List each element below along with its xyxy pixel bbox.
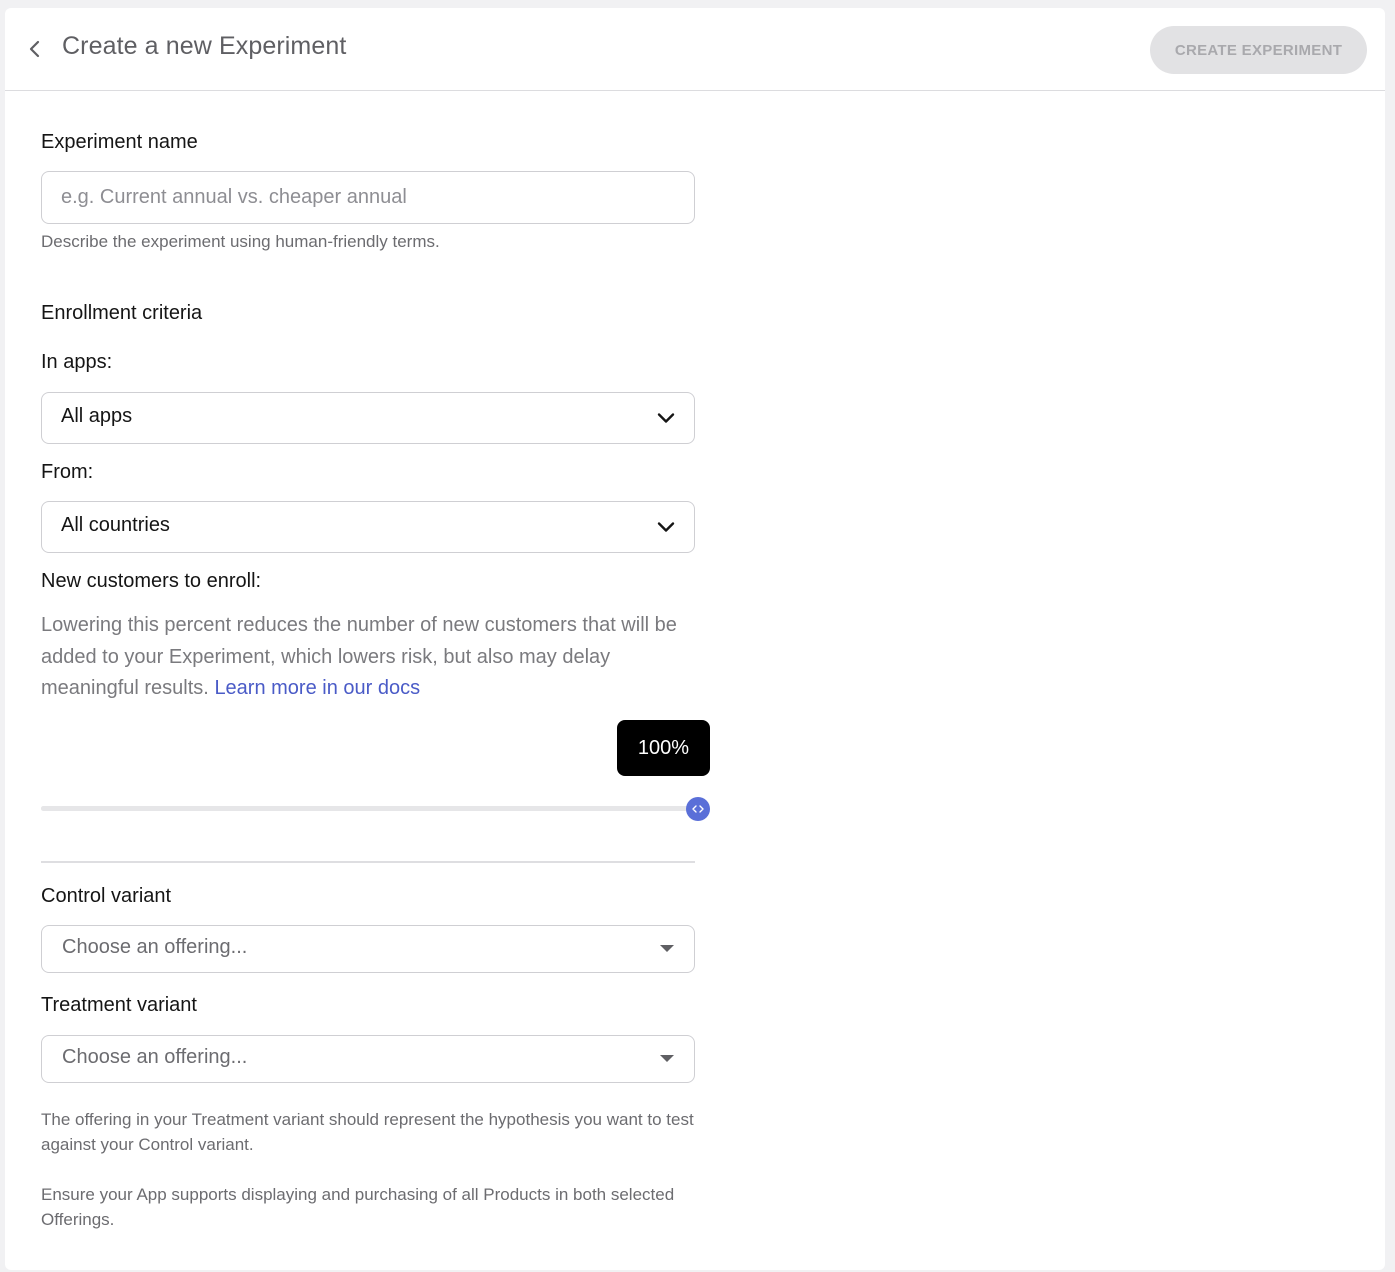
section-divider	[41, 861, 695, 863]
countries-select-value: All countries	[61, 514, 170, 536]
enroll-slider-fill	[41, 806, 697, 811]
control-variant-label: Control variant	[41, 885, 172, 907]
in-apps-label: In apps:	[41, 351, 113, 373]
chevron-down-icon	[657, 413, 675, 423]
enroll-description: Lowering this percent reduces the number…	[41, 610, 691, 705]
control-offering-placeholder: Choose an offering...	[62, 936, 248, 958]
percent-tooltip: 100%	[617, 720, 710, 776]
chevron-down-icon	[657, 522, 675, 532]
chevron-left-icon[interactable]	[25, 37, 45, 61]
treatment-variant-label: Treatment variant	[41, 994, 197, 1016]
experiment-name-helper: Describe the experiment using human-frie…	[41, 232, 440, 251]
treatment-offering-select[interactable]: Choose an offering...	[41, 1035, 695, 1083]
apps-select-value: All apps	[61, 405, 133, 427]
enroll-slider-thumb[interactable]	[686, 797, 710, 821]
experiment-name-input[interactable]	[42, 172, 694, 223]
control-offering-select[interactable]: Choose an offering...	[41, 925, 695, 973]
drag-handle-icon	[692, 805, 704, 813]
create-experiment-button[interactable]: CREATE EXPERIMENT	[1150, 26, 1367, 74]
enroll-slider-track[interactable]	[41, 806, 697, 811]
treatment-offering-placeholder: Choose an offering...	[62, 1046, 248, 1068]
support-hint: Ensure your App supports displaying and …	[41, 1185, 675, 1229]
enrollment-criteria-heading: Enrollment criteria	[41, 302, 203, 324]
experiment-name-label: Experiment name	[41, 131, 198, 153]
experiment-form-card: Create a new Experiment CREATE EXPERIMEN…	[5, 8, 1385, 1270]
treatment-hint: The offering in your Treatment variant s…	[41, 1110, 694, 1154]
experiment-name-field	[41, 171, 695, 224]
from-label: From:	[41, 461, 94, 483]
new-customers-label: New customers to enroll:	[41, 570, 262, 592]
caret-down-icon	[660, 1055, 674, 1062]
countries-select[interactable]: All countries	[41, 501, 695, 553]
caret-down-icon	[660, 945, 674, 952]
page-header: Create a new Experiment CREATE EXPERIMEN…	[5, 8, 1385, 91]
learn-more-docs-link[interactable]: Learn more in our docs	[214, 677, 420, 699]
apps-select[interactable]: All apps	[41, 392, 695, 444]
page-title: Create a new Experiment	[62, 32, 347, 60]
